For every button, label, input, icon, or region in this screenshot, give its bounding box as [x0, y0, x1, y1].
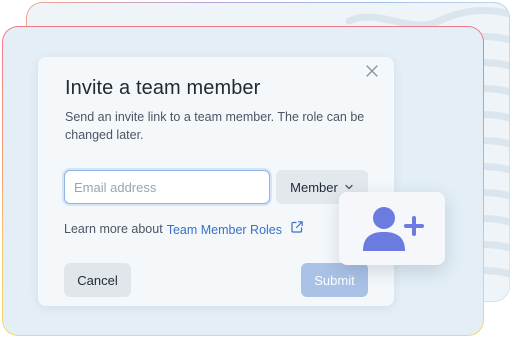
- learn-more-link-label: Team Member Roles: [166, 223, 283, 237]
- add-user-icon: [363, 206, 424, 251]
- close-button[interactable]: [362, 61, 382, 81]
- email-input[interactable]: [64, 170, 270, 204]
- dialog-title: Invite a team member: [65, 77, 261, 99]
- cancel-button[interactable]: Cancel: [64, 263, 131, 297]
- dialog-description: Send an invite link to a team member. Th…: [65, 110, 365, 142]
- close-icon: [366, 65, 378, 77]
- team-member-roles-link[interactable]: Team Member Roles: [167, 220, 304, 237]
- learn-more-text: Learn more about: [64, 221, 163, 236]
- submit-button[interactable]: Submit: [301, 263, 368, 297]
- chevron-down-icon: [345, 184, 353, 190]
- invite-dialog: Invite a team member Send an invite link…: [38, 57, 394, 306]
- avatar-card: [339, 192, 445, 265]
- role-select-value: Member: [290, 179, 338, 195]
- learn-more-row: Learn more about Team Member Roles: [64, 220, 304, 237]
- external-link-icon: [290, 220, 304, 234]
